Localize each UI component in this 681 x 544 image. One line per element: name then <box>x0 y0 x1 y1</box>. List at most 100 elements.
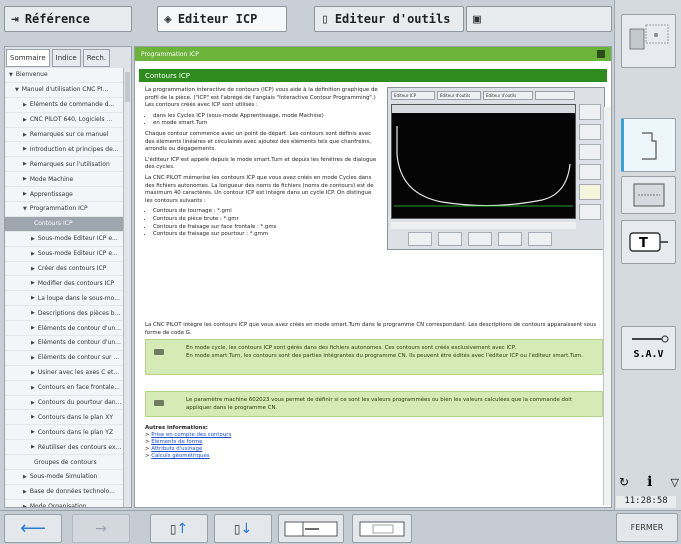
forward-button[interactable]: → <box>72 514 130 543</box>
tree-item[interactable]: ▶ Contours du pourtour dan... <box>5 396 125 411</box>
tree-item[interactable]: ▶ Remarques sur l'utilisation <box>5 157 125 173</box>
disk-icon: ▣ <box>473 11 481 27</box>
tree-item[interactable]: ▶ Eléments de commande d... <box>5 98 125 113</box>
back-button[interactable]: ⟵ <box>4 514 62 543</box>
softkey-contour[interactable] <box>621 118 676 172</box>
clock: 11:28:58 <box>616 496 676 508</box>
info-link[interactable]: Calculs géométriques <box>151 453 209 459</box>
info-link[interactable]: Prise en compte des contours <box>151 432 231 438</box>
tree-item[interactable]: ▶ Eléments de contour sur ... <box>5 351 125 366</box>
list-item: en mode smart.Turn <box>153 120 380 128</box>
contents-toggle-button[interactable] <box>278 514 344 543</box>
tree-item[interactable]: ▶ Contours dans le plan YZ <box>5 425 125 441</box>
tree-item[interactable]: ▶ Contours en face frontale... <box>5 381 125 396</box>
tree-scrollbar[interactable] <box>123 68 131 507</box>
page-icon: ▯ <box>169 521 177 536</box>
tree-item[interactable]: ▶ Contours dans le plan XY <box>5 410 125 426</box>
info-link[interactable]: Attributs d'usinage <box>151 446 202 452</box>
tab-disk[interactable]: ▣ <box>466 6 612 32</box>
wrench-icon <box>632 335 669 343</box>
caret-right-icon: ▶ <box>23 101 27 108</box>
breadcrumb[interactable]: Programmation ICP <box>141 51 199 58</box>
softkey-tool[interactable]: T <box>621 220 676 264</box>
caret-right-icon: ▶ <box>23 116 27 123</box>
tree-item[interactable]: ▶ Sous-mode Editeur ICP e... <box>5 232 125 247</box>
tree-item[interactable]: ▶ Usiner avec les axes C et... <box>5 366 125 381</box>
list-item: Contours de fraisage sur face frontale :… <box>153 224 380 232</box>
softkey-sav[interactable]: S.A.V <box>621 326 676 370</box>
tree-item[interactable]: ▶ Créer des contours ICP <box>5 262 125 277</box>
tree-item[interactable]: ▶ Eléments de contour d'un... <box>5 336 125 351</box>
page-down-button[interactable]: ▯ ↓ <box>214 514 272 543</box>
info-icon[interactable]: i <box>647 474 652 490</box>
tab-sommaire[interactable]: Sommaire <box>6 49 50 67</box>
refresh-icon[interactable]: ↻ <box>619 475 629 489</box>
tree-item[interactable]: ▶ Descriptions des pièces b... <box>5 306 125 322</box>
info-link[interactable]: Eléments de forme <box>151 439 202 445</box>
tree-item-label: Contours en face frontale... <box>37 384 120 392</box>
tree-item[interactable]: ▶ Sous-mode Editeur ICP e... <box>5 247 125 262</box>
tab-recherche[interactable]: Rech. <box>82 49 111 67</box>
tree-item[interactable]: ▶ Eléments de contour d'un... <box>5 321 125 337</box>
note-line: En mode cycle, les contours ICP sont gér… <box>186 345 516 351</box>
tab-indice[interactable]: Indice <box>51 49 81 67</box>
arrow-down-icon: ↓ <box>240 520 253 537</box>
window-icon <box>359 521 405 536</box>
tab-reference[interactable]: ⇥ Référence <box>4 6 132 32</box>
caret-right-icon: ▶ <box>31 354 35 361</box>
content-scrollbar[interactable] <box>603 107 611 505</box>
caret-right-icon: ▶ <box>31 339 35 346</box>
tree-item[interactable]: ▼ Programmation ICP <box>5 202 125 217</box>
tree-item[interactable]: ▶ Base de données technolo... <box>5 485 125 500</box>
tree-item-label: Programmation ICP <box>29 205 88 213</box>
tree-item[interactable]: ▶ Remarques sur ce manuel <box>5 128 125 143</box>
tree-item[interactable]: ▶ Introduction et principes de... <box>5 142 125 158</box>
tree-item-label: Eléments de commande d... <box>29 101 115 109</box>
thumb-status <box>391 222 576 229</box>
full-width-paragraph: La CNC PILOT intègre les contours ICP qu… <box>145 322 597 336</box>
scrollbar-thumb[interactable] <box>125 72 130 102</box>
tab-editeur-outils[interactable]: ▯ Editeur d'outils <box>314 6 464 32</box>
tree-item[interactable]: ▶ Réutiliser des contours ex... <box>5 440 125 456</box>
nav-badge[interactable] <box>597 50 605 58</box>
softkey-zoom-view[interactable] <box>621 14 676 68</box>
list-item: Contours de tournage : *.gmi <box>153 208 380 216</box>
tree-item[interactable]: ▼ Bienvenue <box>5 68 125 83</box>
contour-graphic <box>391 104 576 219</box>
tab-arrow-icon: ⇥ <box>11 11 19 27</box>
note-box: Le paramètre machine 602023 vous permet … <box>145 391 603 417</box>
note-box: En mode cycle, les contours ICP sont gér… <box>145 339 603 375</box>
thumb-button <box>498 232 522 246</box>
tree-item[interactable]: Contours ICP <box>5 216 125 232</box>
tree-item[interactable]: ▶ Mode Machine <box>5 172 125 188</box>
thumb-tab: Editeur d'outils <box>437 91 481 100</box>
window-button[interactable] <box>352 514 412 543</box>
tree-item[interactable]: ▶ Apprentissage <box>5 187 125 203</box>
arrow-right-icon: → <box>95 520 107 537</box>
page-up-button[interactable]: ▯ ↑ <box>150 514 208 543</box>
panel-split-icon <box>284 521 338 536</box>
contour-bracket-icon <box>642 132 657 160</box>
tree-item[interactable]: ▶ Mode Organisation <box>5 500 125 507</box>
breadcrumb-bar: Programmation ICP <box>135 47 611 61</box>
tree-item-label: Eléments de contour d'un... <box>37 324 121 332</box>
tree-item[interactable]: ▶ CNC PILOT 640, Logiciels ... <box>5 113 125 128</box>
caret-right-icon: ▶ <box>31 384 35 391</box>
triangle-down-icon[interactable]: ▽ <box>671 476 679 489</box>
paragraph: La programmation interactive de contours… <box>145 87 378 109</box>
status-icons: ↻ i ▽ <box>619 472 679 492</box>
thumb-tab: Editeur ICP <box>391 91 435 100</box>
softkey-cylinder[interactable] <box>621 176 676 214</box>
arrow-left-icon: ⟵ <box>20 518 46 539</box>
list-item: Contours de pièce brute : *.gmr <box>153 216 380 224</box>
tree-item[interactable]: Groupes de contours <box>5 455 125 471</box>
tree-item[interactable]: ▼ Manuel d'utilisation CNC PI... <box>5 83 125 98</box>
paragraph: Chaque contour commence avec un point de… <box>145 130 372 153</box>
close-button[interactable]: FERMER <box>616 513 678 542</box>
tree-item[interactable]: ▶ Modifier des contours ICP <box>5 276 125 292</box>
tab-editeur-icp[interactable]: ◈ Editeur ICP <box>157 6 287 32</box>
uses-list: dans les Cycles ICP (sous-mode Apprentis… <box>145 113 380 128</box>
tree-item[interactable]: ▶ La loupe dans le sous-mo... <box>5 291 125 307</box>
tab-label: Editeur d'outils <box>334 12 451 26</box>
tree-item[interactable]: ▶ Sous-mode Simulation <box>5 470 125 485</box>
